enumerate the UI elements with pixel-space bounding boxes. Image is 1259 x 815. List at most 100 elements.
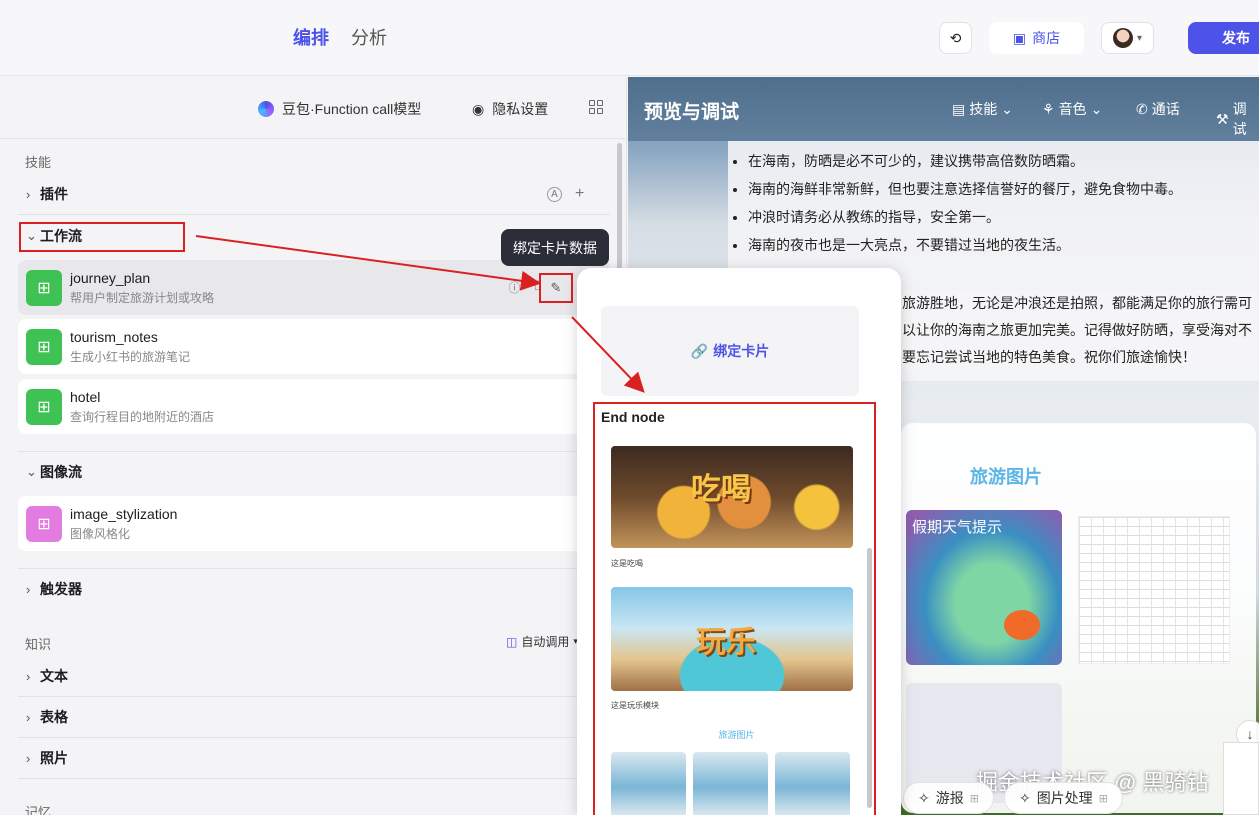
card-binding-popup: 🔗 绑定卡片 End node 吃喝 这是吃喝 玩乐 这是玩乐模块 旅游图片 bbox=[577, 268, 901, 815]
preview-title: 预览与调试 bbox=[644, 102, 740, 123]
publish-button[interactable]: 发布 bbox=[1188, 22, 1259, 54]
avatar bbox=[1112, 28, 1133, 48]
document-image[interactable] bbox=[1078, 516, 1230, 664]
store-button[interactable]: ▣ 商店 bbox=[989, 22, 1084, 54]
left-scrollbar[interactable] bbox=[617, 143, 622, 273]
grid-icon: ⊞ bbox=[969, 792, 979, 805]
history-button[interactable]: ⟲ bbox=[939, 22, 972, 54]
workflow-item-hotel[interactable]: ⊞ hotel 查询行程目的地附近的酒店 bbox=[18, 379, 610, 434]
chip-image-processing[interactable]: ✧ 图片处理 ⊞ bbox=[1003, 782, 1123, 814]
workflow-desc: 生成小红书的旅游笔记 bbox=[70, 349, 191, 364]
plugin-label: 插件 bbox=[40, 186, 68, 202]
tab-arrange[interactable]: 编排 bbox=[293, 24, 329, 50]
auto-call-selector[interactable]: ◫ 自动调用 ▾ bbox=[506, 633, 578, 650]
divider bbox=[18, 778, 610, 779]
phone-icon: ✆ bbox=[1136, 100, 1148, 117]
chip-travel-report[interactable]: ✧ 游报 ⊞ bbox=[903, 782, 994, 814]
tip-item: 海南的海鲜非常新鲜，但也要注意选择信誉好的餐厅，避免食物中毒。 bbox=[748, 175, 1259, 203]
skills-icon: ▤ bbox=[952, 100, 966, 117]
knowledge-photo-group[interactable]: › 照片 bbox=[18, 738, 610, 778]
travel-photos-card: 旅游图片 假期天气提示 bbox=[901, 423, 1256, 813]
imageflow-name: image_stylization bbox=[70, 505, 178, 522]
popup-photos-title: 旅游图片 bbox=[718, 730, 755, 740]
privacy-label: 隐私设置 bbox=[492, 101, 549, 117]
skills-section-label: 技能 bbox=[25, 155, 52, 170]
divider bbox=[18, 214, 610, 215]
info-icon[interactable]: ⓘ bbox=[508, 279, 520, 296]
map-caption: 假期天气提示 bbox=[912, 519, 1003, 536]
add-plugin-icon[interactable]: + bbox=[575, 185, 584, 203]
photo-thumbnail bbox=[693, 752, 768, 815]
store-label: 商店 bbox=[1032, 30, 1061, 46]
auto-call-icon: ◫ bbox=[506, 634, 518, 649]
knowledge-table-group[interactable]: › 表格 bbox=[18, 697, 610, 737]
layout-grid-icon[interactable] bbox=[589, 100, 603, 114]
menu-skills-label: 技能 bbox=[969, 101, 998, 117]
imageflow-item-image-stylization[interactable]: ⊞ image_stylization 图像风格化 bbox=[18, 496, 610, 551]
annotation-box-workflow bbox=[19, 222, 185, 252]
chevron-right-icon: › bbox=[26, 581, 31, 597]
menu-voice[interactable]: ⚘ 音色 ⌄ bbox=[1042, 99, 1102, 119]
chip-label: 游报 bbox=[935, 790, 964, 806]
map-marker bbox=[1004, 610, 1040, 640]
bind-card-label: 绑定卡片 bbox=[713, 343, 770, 359]
sparkle-icon: ✧ bbox=[1018, 789, 1031, 806]
chevron-right-icon: › bbox=[26, 750, 31, 766]
popup-scrollbar[interactable] bbox=[867, 548, 872, 808]
store-icon: ▣ bbox=[1012, 29, 1027, 46]
tip-item: 海南的夜市也是一大亮点，不要错过当地的夜生活。 bbox=[748, 231, 1259, 259]
imageflow-icon: ⊞ bbox=[26, 505, 62, 542]
menu-voice-label: 音色 bbox=[1058, 101, 1087, 117]
food-caption: 这是吃喝 bbox=[611, 559, 643, 568]
menu-call[interactable]: ✆ 通话 bbox=[1136, 99, 1180, 119]
imageflow-label: 图像流 bbox=[40, 464, 82, 480]
food-image: 吃喝 bbox=[611, 446, 853, 548]
end-node-preview: End node 吃喝 这是吃喝 玩乐 这是玩乐模块 旅游图片 bbox=[593, 402, 876, 815]
bind-card-tooltip: 绑定卡片数据 bbox=[501, 229, 609, 266]
workflow-icon: ⊞ bbox=[26, 269, 62, 306]
chip-label: 图片处理 bbox=[1036, 790, 1093, 806]
wrench-icon: ⚒ bbox=[1216, 110, 1229, 127]
workflow-icon: ⊞ bbox=[26, 388, 62, 425]
workflow-name: hotel bbox=[70, 388, 101, 405]
knowledge-item-label: 文本 bbox=[40, 668, 68, 684]
model-selector[interactable]: 豆包·Function call模型 bbox=[258, 99, 421, 119]
auto-icon[interactable]: A bbox=[547, 186, 562, 202]
knowledge-text-group[interactable]: › 文本 bbox=[18, 656, 610, 696]
mini-preview-thumbnail[interactable] bbox=[1223, 742, 1259, 815]
menu-debug-label: 调试 bbox=[1232, 101, 1247, 137]
workflow-desc: 查询行程目的地附近的酒店 bbox=[70, 409, 215, 424]
resort-image-text: 玩乐 bbox=[696, 626, 756, 659]
food-image-text: 吃喝 bbox=[691, 473, 751, 506]
knowledge-item-label: 表格 bbox=[40, 709, 68, 725]
trigger-group[interactable]: › 触发器 bbox=[18, 569, 610, 609]
knowledge-section-label: 知识 bbox=[25, 637, 52, 652]
account-menu[interactable]: ▾ bbox=[1101, 22, 1154, 54]
weather-map-image[interactable]: 假期天气提示 bbox=[906, 510, 1062, 665]
tip-item: 冲浪时请务必从教练的指导，安全第一。 bbox=[748, 203, 1259, 231]
chevron-down-icon: ⌄ bbox=[1090, 100, 1103, 117]
eye-icon: ◉ bbox=[472, 100, 485, 117]
resort-caption: 这是玩乐模块 bbox=[611, 701, 659, 710]
workflow-item-journey-plan[interactable]: ⊞ journey_plan 帮用户制定旅游计划或攻略 ⓘ ❐ ⚙ bbox=[18, 260, 610, 315]
top-bar: 编排 分析 ⟲ ▣ 商店 ▾ 发布 bbox=[0, 0, 1259, 76]
end-node-title: End node bbox=[601, 409, 665, 425]
chevron-right-icon: › bbox=[26, 668, 31, 684]
grid-icon: ⊞ bbox=[1098, 792, 1108, 805]
link-icon: 🔗 bbox=[690, 342, 709, 359]
plugin-group[interactable]: › 插件 A + bbox=[18, 174, 610, 214]
imageflow-desc: 图像风格化 bbox=[70, 526, 131, 541]
trigger-label: 触发器 bbox=[40, 581, 82, 597]
auto-call-label: 自动调用 bbox=[521, 635, 570, 649]
chevron-down-icon: ⌄ bbox=[26, 464, 37, 479]
workflow-item-tourism-notes[interactable]: ⊞ tourism_notes 生成小红书的旅游笔记 bbox=[18, 319, 610, 374]
privacy-settings-button[interactable]: ◉ 隐私设置 bbox=[472, 99, 548, 119]
bind-card-button[interactable]: 🔗 绑定卡片 bbox=[601, 306, 859, 396]
bind-card-data-button[interactable]: ✎ bbox=[539, 273, 573, 303]
tab-analysis[interactable]: 分析 bbox=[351, 24, 387, 50]
resort-image: 玩乐 bbox=[611, 587, 853, 691]
menu-skills[interactable]: ▤ 技能 ⌄ bbox=[952, 99, 1013, 119]
menu-debug[interactable]: ⚒ 调试 bbox=[1216, 99, 1259, 139]
imageflow-group[interactable]: ⌄ 图像流 bbox=[18, 452, 610, 492]
tips-list: 在海南，防晒是必不可少的，建议携带高倍数防晒霜。 海南的海鲜非常新鲜，但也要注意… bbox=[728, 147, 1259, 259]
